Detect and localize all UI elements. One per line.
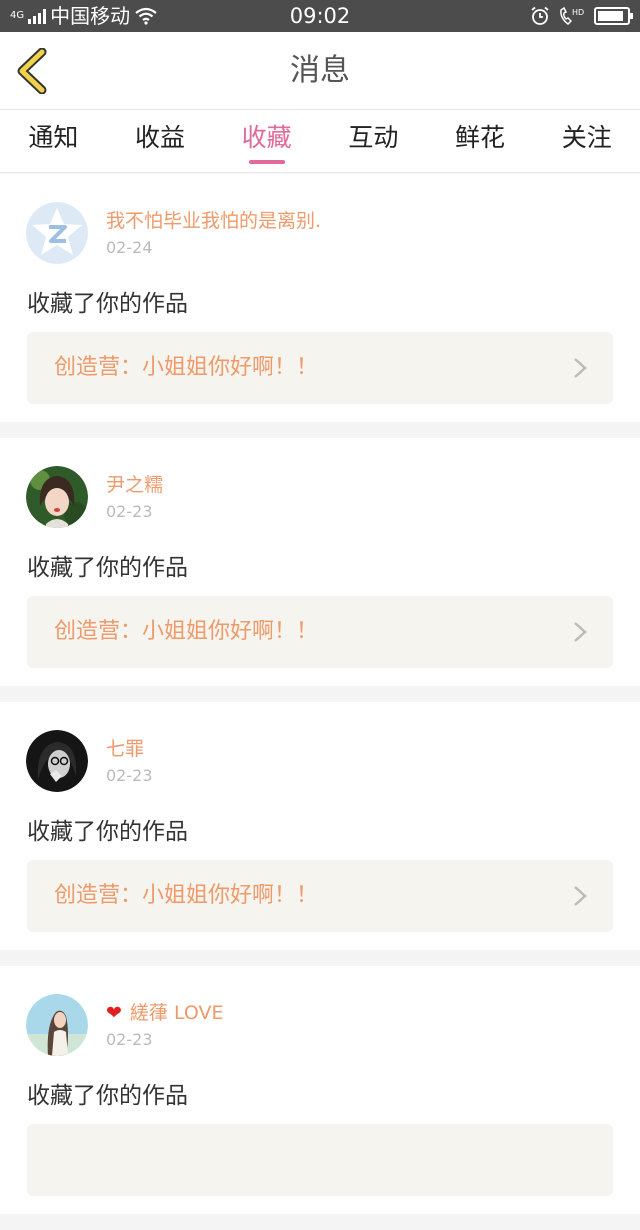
avatar[interactable]	[26, 202, 88, 264]
chevron-right-icon	[574, 886, 587, 906]
username[interactable]: ❤ 縒葎 LOVE	[106, 998, 224, 1025]
username[interactable]: 我不怕毕业我怕的是离别.	[106, 206, 321, 233]
message-list: 我不怕毕业我怕的是离别. 02-24 收藏了你的作品 创造营：小姐姐你好啊！！ …	[0, 174, 640, 1230]
battery-fill	[598, 11, 623, 21]
message-card: 七罪 02-23 收藏了你的作品 创造营：小姐姐你好啊！！	[0, 702, 640, 950]
work-link[interactable]: 创造营：小姐姐你好啊！！	[27, 860, 613, 932]
username[interactable]: 七罪	[106, 734, 144, 761]
message-date: 02-23	[106, 502, 153, 521]
username[interactable]: 尹之糯	[106, 470, 163, 497]
action-text: 收藏了你的作品	[27, 291, 188, 317]
status-bar: 4G 中国移动 09:02 HD	[0, 0, 640, 32]
tab-flowers[interactable]: 鲜花	[427, 110, 534, 172]
header-bar: 消息	[0, 32, 640, 110]
battery-icon	[594, 7, 633, 25]
tab-bar: 通知 收益 收藏 互动 鲜花 关注	[0, 110, 640, 173]
work-title: 创造营：小姐姐你好啊！！	[54, 619, 319, 644]
message-card: ❤ 縒葎 LOVE 02-23 收藏了你的作品	[0, 966, 640, 1214]
alarm-icon	[531, 6, 549, 25]
tab-earnings[interactable]: 收益	[107, 110, 214, 172]
work-link[interactable]	[27, 1124, 613, 1196]
message-date: 02-23	[106, 1030, 153, 1049]
work-title: 创造营：小姐姐你好啊！！	[54, 355, 319, 380]
avatar[interactable]	[26, 730, 88, 792]
work-link[interactable]: 创造营：小姐姐你好啊！！	[27, 596, 613, 668]
message-card: 我不怕毕业我怕的是离别. 02-24 收藏了你的作品 创造营：小姐姐你好啊！！	[0, 174, 640, 422]
message-card: 尹之糯 02-23 收藏了你的作品 创造营：小姐姐你好啊！！	[0, 438, 640, 686]
svg-text:HD: HD	[572, 8, 584, 17]
tab-follows[interactable]: 关注	[533, 110, 640, 172]
chevron-right-icon	[574, 358, 587, 378]
action-text: 收藏了你的作品	[27, 819, 188, 845]
avatar[interactable]	[26, 466, 88, 528]
work-title: 创造营：小姐姐你好啊！！	[54, 883, 319, 908]
hd-call-icon: HD	[560, 6, 584, 25]
username-text: 縒葎 LOVE	[129, 1002, 224, 1024]
tab-interactions[interactable]: 互动	[320, 110, 427, 172]
tab-favorites[interactable]: 收藏	[213, 110, 320, 172]
action-text: 收藏了你的作品	[27, 555, 188, 581]
tab-notifications[interactable]: 通知	[0, 110, 107, 172]
status-right: HD	[530, 0, 633, 32]
page-title: 消息	[290, 53, 350, 88]
heart-icon: ❤	[106, 1002, 122, 1024]
message-date: 02-23	[106, 766, 153, 785]
avatar[interactable]	[26, 994, 88, 1056]
action-text: 收藏了你的作品	[27, 1083, 188, 1109]
chevron-right-icon	[574, 622, 587, 642]
message-date: 02-24	[106, 238, 153, 257]
work-link[interactable]: 创造营：小姐姐你好啊！！	[27, 332, 613, 404]
